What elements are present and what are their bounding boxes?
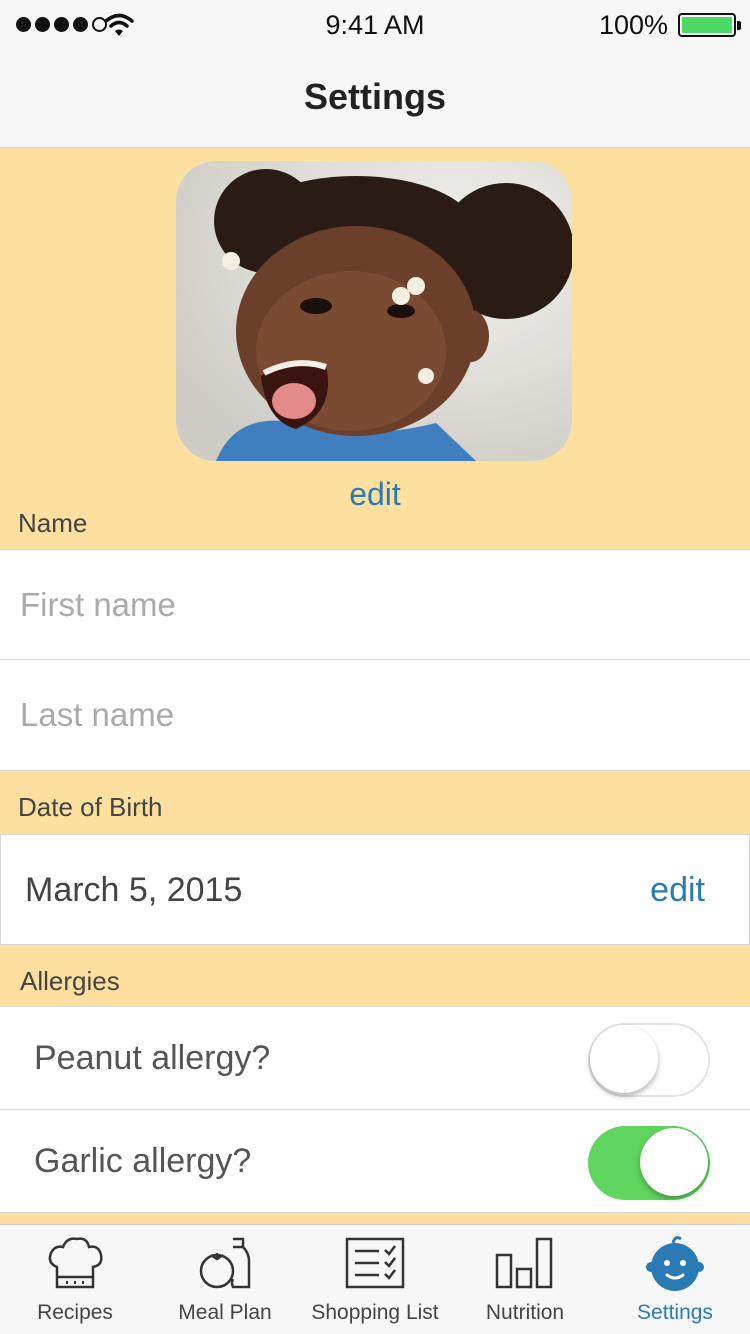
tab-shopping-list[interactable]: Shopping List — [300, 1225, 450, 1334]
tomato-bottle-icon — [199, 1237, 251, 1289]
allergy-row-garlic: Garlic allergy? — [0, 1109, 750, 1213]
tab-meal-plan[interactable]: Meal Plan — [150, 1225, 300, 1334]
allergies-section-header: Allergies — [20, 966, 120, 996]
dob-section-header: Date of Birth — [18, 792, 163, 822]
navigation-bar: Settings — [0, 48, 750, 148]
baby-face-icon — [646, 1236, 704, 1291]
first-name-row[interactable] — [0, 549, 750, 660]
tab-nutrition-label: Nutrition — [485, 1301, 565, 1324]
page-title: Settings — [303, 76, 446, 117]
date-of-birth-value: March 5, 2015 — [25, 871, 243, 909]
profile-photo[interactable] — [176, 161, 572, 461]
battery-icon — [678, 13, 741, 37]
settings-content[interactable]: edit Name Date of Birth March 5, 2015 ed… — [0, 148, 750, 1224]
tab-nutrition[interactable]: Nutrition — [450, 1225, 600, 1334]
garlic-allergy-label: Garlic allergy? — [34, 1142, 252, 1180]
tab-recipes[interactable]: Recipes — [0, 1225, 150, 1334]
tab-settings[interactable]: Settings — [600, 1225, 750, 1334]
date-of-birth-row: March 5, 2015 edit — [0, 834, 750, 945]
tab-recipes-label: Recipes — [37, 1301, 113, 1324]
last-name-row[interactable] — [0, 659, 750, 771]
tab-bar: Recipes Meal Plan Shopping List Nutritio… — [0, 1224, 750, 1334]
edit-photo-link[interactable]: edit — [0, 476, 750, 513]
edit-date-of-birth-link[interactable]: edit — [650, 871, 705, 910]
chef-hat-icon — [48, 1237, 103, 1289]
first-name-input[interactable] — [20, 550, 720, 659]
bar-chart-icon — [495, 1237, 553, 1289]
last-name-input[interactable] — [20, 660, 720, 770]
garlic-allergy-toggle[interactable] — [588, 1126, 710, 1200]
peanut-allergy-toggle[interactable] — [588, 1023, 710, 1097]
status-bar: 9:41 AM 100% — [0, 0, 750, 48]
allergy-row-peanut: Peanut allergy? — [0, 1006, 750, 1110]
tab-meal-plan-label: Meal Plan — [178, 1301, 272, 1324]
tab-shopping-list-label: Shopping List — [311, 1301, 439, 1324]
checklist-icon — [345, 1237, 405, 1289]
tab-settings-label: Settings — [637, 1301, 713, 1324]
battery-percentage: 100% — [598, 10, 668, 40]
name-section-header: Name — [18, 508, 88, 538]
peanut-allergy-label: Peanut allergy? — [34, 1039, 271, 1077]
